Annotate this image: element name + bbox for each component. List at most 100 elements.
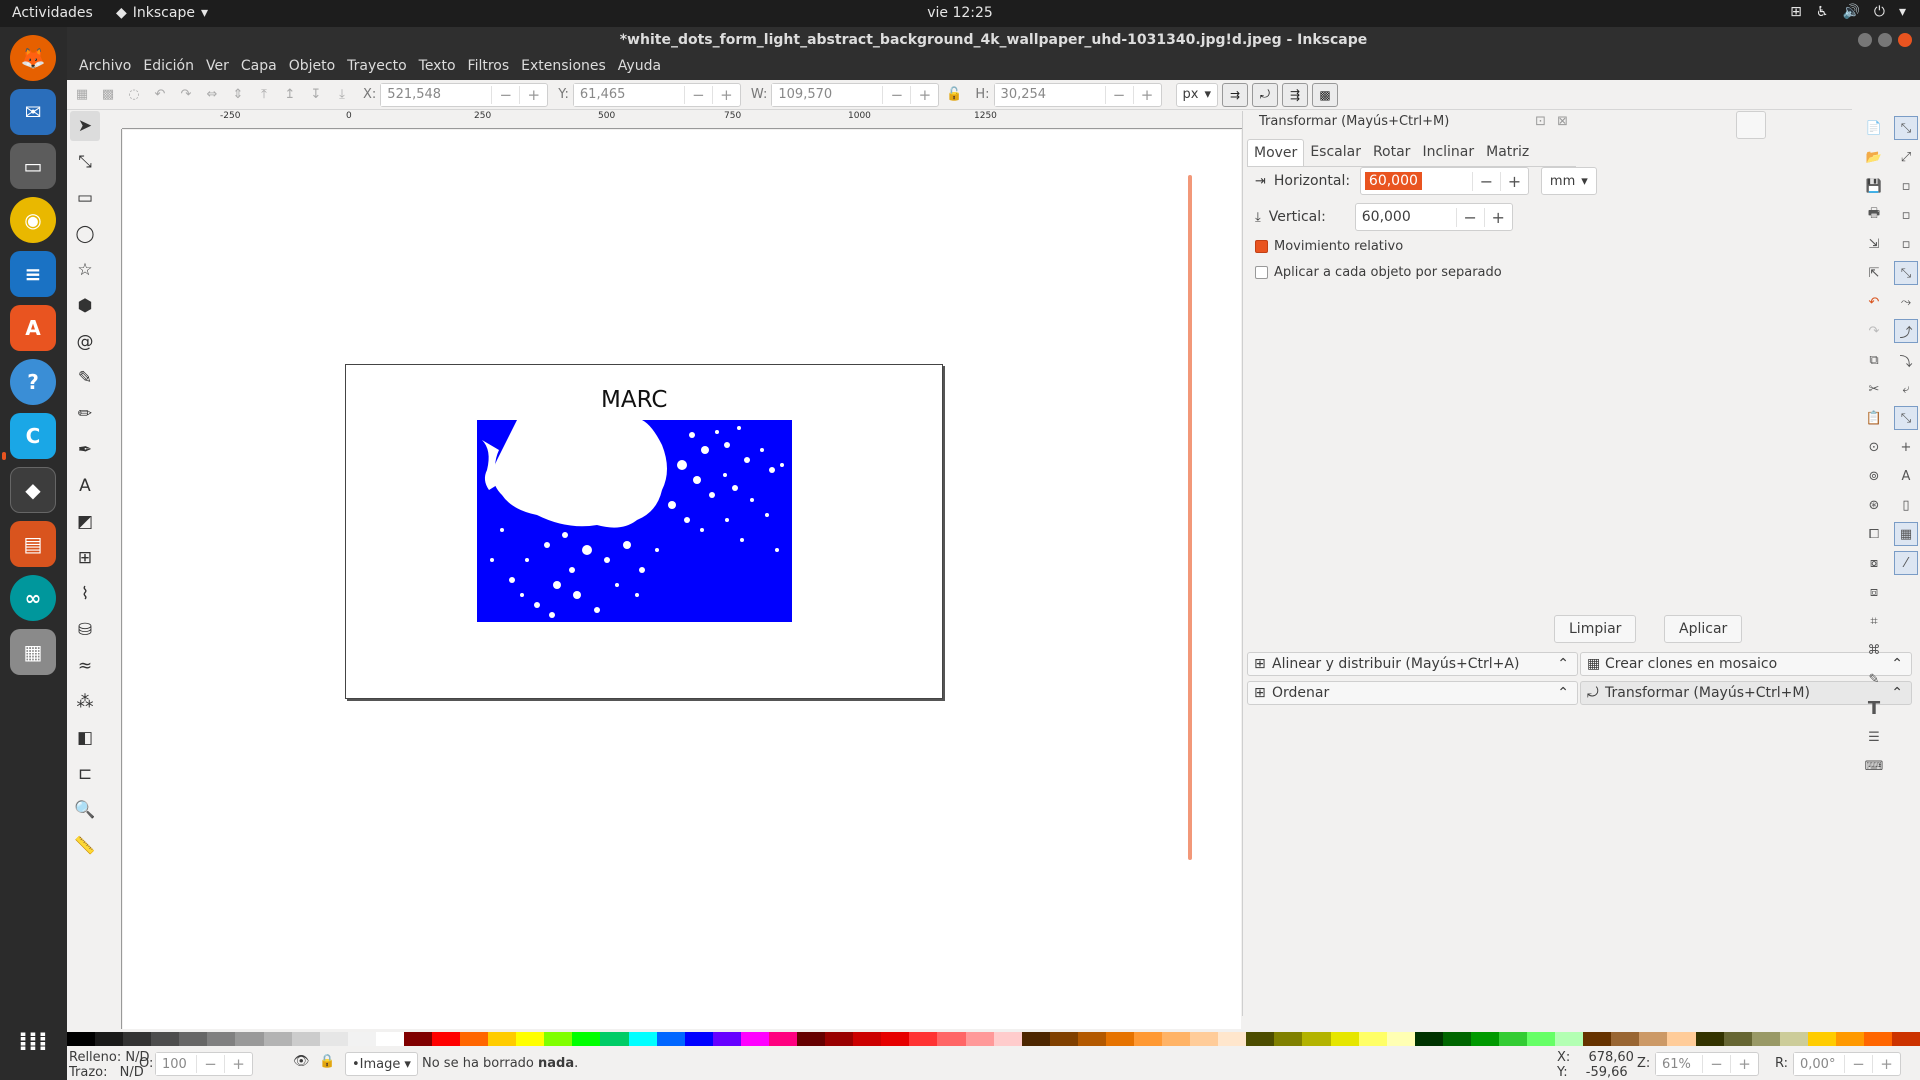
- palette-swatch[interactable]: [488, 1032, 517, 1046]
- order-dock-button[interactable]: ⊞ Ordenar ⌃: [1247, 681, 1578, 705]
- menu-edicion[interactable]: Edición: [137, 54, 200, 80]
- firefox-icon[interactable]: 🦊: [10, 35, 56, 81]
- relative-move-checkbox[interactable]: [1255, 240, 1268, 253]
- palette-swatch[interactable]: [1414, 1032, 1443, 1046]
- vertical-field[interactable]: 60,000 − +: [1354, 203, 1513, 231]
- minus-icon[interactable]: −: [1104, 85, 1133, 104]
- palette-swatch[interactable]: [1274, 1032, 1303, 1046]
- w-field[interactable]: −+: [771, 82, 940, 107]
- flip-vertical-icon[interactable]: ⇕: [227, 84, 249, 106]
- show-applications-icon[interactable]: ⁞⁞⁞: [10, 1019, 56, 1065]
- snap-path-icon[interactable]: ⤳: [1894, 290, 1918, 314]
- palette-swatch[interactable]: [768, 1032, 798, 1046]
- palette-swatch[interactable]: [740, 1032, 769, 1046]
- calculator-icon[interactable]: ▦: [10, 629, 56, 675]
- accessibility-icon[interactable]: ♿: [1816, 4, 1829, 20]
- tweak-tool-icon[interactable]: ≈: [70, 651, 100, 681]
- lower-icon[interactable]: ↧: [305, 84, 327, 106]
- close-icon[interactable]: [1898, 33, 1912, 47]
- cut-icon[interactable]: ✂: [1862, 377, 1886, 401]
- xml-editor-icon[interactable]: ⌨: [1862, 754, 1886, 778]
- import-icon[interactable]: ⇲: [1862, 232, 1886, 256]
- w-input[interactable]: [772, 83, 883, 106]
- print-icon[interactable]: 🖶: [1862, 203, 1886, 227]
- drawing-canvas[interactable]: MARC: [123, 130, 1241, 1029]
- palette-swatch[interactable]: [1358, 1032, 1387, 1046]
- palette-swatch[interactable]: [1611, 1032, 1640, 1046]
- snap-bbox-corner-icon[interactable]: ▫: [1894, 203, 1918, 227]
- palette-swatch[interactable]: [684, 1032, 713, 1046]
- clone-icon[interactable]: ⧇: [1862, 551, 1886, 575]
- palette-swatch[interactable]: [600, 1032, 629, 1046]
- rectangle-tool-icon[interactable]: ▭: [70, 183, 100, 213]
- rotation-field[interactable]: − +: [1793, 1052, 1901, 1076]
- text-tool-icon[interactable]: A: [70, 471, 100, 501]
- palette-swatch[interactable]: [1555, 1032, 1584, 1046]
- plus-icon[interactable]: +: [1483, 207, 1512, 227]
- palette-swatch[interactable]: [403, 1032, 433, 1046]
- iconify-icon[interactable]: ⊡: [1535, 111, 1546, 133]
- apply-each-row[interactable]: Aplicar a cada objeto por separado: [1255, 265, 1502, 280]
- palette-swatch[interactable]: [937, 1032, 966, 1046]
- dropper-tool-icon[interactable]: ⌇: [70, 579, 100, 609]
- palette-swatch[interactable]: [1779, 1032, 1808, 1046]
- zoom-page-icon[interactable]: ⊛: [1862, 493, 1886, 517]
- tab-inclinar[interactable]: Inclinar: [1416, 139, 1480, 166]
- palette-swatch[interactable]: [797, 1032, 826, 1046]
- snap-bbox-mid-icon[interactable]: ▫: [1894, 232, 1918, 256]
- select-all-icon[interactable]: ▦: [71, 84, 93, 106]
- snap-page-icon[interactable]: ▯: [1894, 493, 1918, 517]
- ubuntu-software-icon[interactable]: A: [10, 305, 56, 351]
- spray-tool-icon[interactable]: ⁂: [70, 687, 100, 717]
- menu-archivo[interactable]: Archivo: [73, 54, 137, 80]
- palette-swatch[interactable]: [67, 1032, 96, 1046]
- palette-swatch[interactable]: [1105, 1032, 1134, 1046]
- tab-rotar[interactable]: Rotar: [1367, 139, 1417, 166]
- vertical-value[interactable]: 60,000: [1356, 209, 1456, 225]
- apply-each-checkbox[interactable]: [1255, 266, 1268, 279]
- lock-icon[interactable]: 🔓: [943, 84, 965, 106]
- palette-swatch[interactable]: [1723, 1032, 1752, 1046]
- inkscape-icon[interactable]: ◆: [10, 467, 56, 513]
- eraser-tool-icon[interactable]: ◧: [70, 723, 100, 753]
- move-gradients-icon[interactable]: ⇶: [1282, 82, 1309, 107]
- spiral-tool-icon[interactable]: @: [70, 327, 100, 357]
- palette-swatch[interactable]: [207, 1032, 236, 1046]
- minus-icon[interactable]: −: [683, 85, 712, 104]
- help-icon[interactable]: ?: [10, 359, 56, 405]
- plus-icon[interactable]: +: [1730, 1055, 1758, 1073]
- snap-bbox-icon[interactable]: ⤢: [1894, 145, 1918, 169]
- palette-swatch[interactable]: [179, 1032, 208, 1046]
- palette-swatch[interactable]: [628, 1032, 657, 1046]
- selector-tool-icon[interactable]: ➤: [70, 111, 100, 141]
- palette-swatch[interactable]: [1864, 1032, 1893, 1046]
- measure-tool-icon[interactable]: 📏: [70, 831, 100, 861]
- vertical-scrollbar[interactable]: [1188, 175, 1192, 860]
- palette-swatch[interactable]: [1583, 1032, 1612, 1046]
- horizontal-field[interactable]: 60,000 − +: [1359, 167, 1529, 195]
- snap-midpoint-icon[interactable]: ⤶: [1894, 377, 1918, 401]
- tab-mover[interactable]: Mover: [1247, 139, 1305, 166]
- fill-stroke-indicator[interactable]: Relleno: N/D Trazo: N/D: [69, 1050, 150, 1080]
- menu-filtros[interactable]: Filtros: [462, 54, 516, 80]
- palette-swatch[interactable]: [432, 1032, 461, 1046]
- palette-swatch[interactable]: [1639, 1032, 1668, 1046]
- minus-icon[interactable]: −: [882, 85, 910, 104]
- palette-swatch[interactable]: [1442, 1032, 1471, 1046]
- menu-capa[interactable]: Capa: [235, 54, 283, 80]
- copy-icon[interactable]: ⧉: [1862, 348, 1886, 372]
- minus-icon[interactable]: −: [1702, 1055, 1730, 1073]
- align-distribute-dock-button[interactable]: ⊞ Alinear y distribuir (Mayús+Ctrl+A) ⌃: [1247, 652, 1578, 676]
- palette-swatch[interactable]: [1021, 1032, 1050, 1046]
- group-icon[interactable]: ⌗: [1862, 609, 1886, 633]
- gradient-tool-icon[interactable]: ◩: [70, 507, 100, 537]
- chevron-down-icon[interactable]: ▾: [1899, 4, 1906, 20]
- palette-swatch[interactable]: [825, 1032, 854, 1046]
- apply-button[interactable]: Aplicar: [1664, 615, 1743, 643]
- opacity-field[interactable]: − +: [155, 1052, 253, 1076]
- bezier-tool-icon[interactable]: ✎: [70, 363, 100, 393]
- palette-swatch[interactable]: [263, 1032, 292, 1046]
- close-icon[interactable]: ⊠: [1557, 111, 1568, 133]
- lower-bottom-icon[interactable]: ⤓: [331, 84, 353, 106]
- paste-icon[interactable]: 📋: [1862, 406, 1886, 430]
